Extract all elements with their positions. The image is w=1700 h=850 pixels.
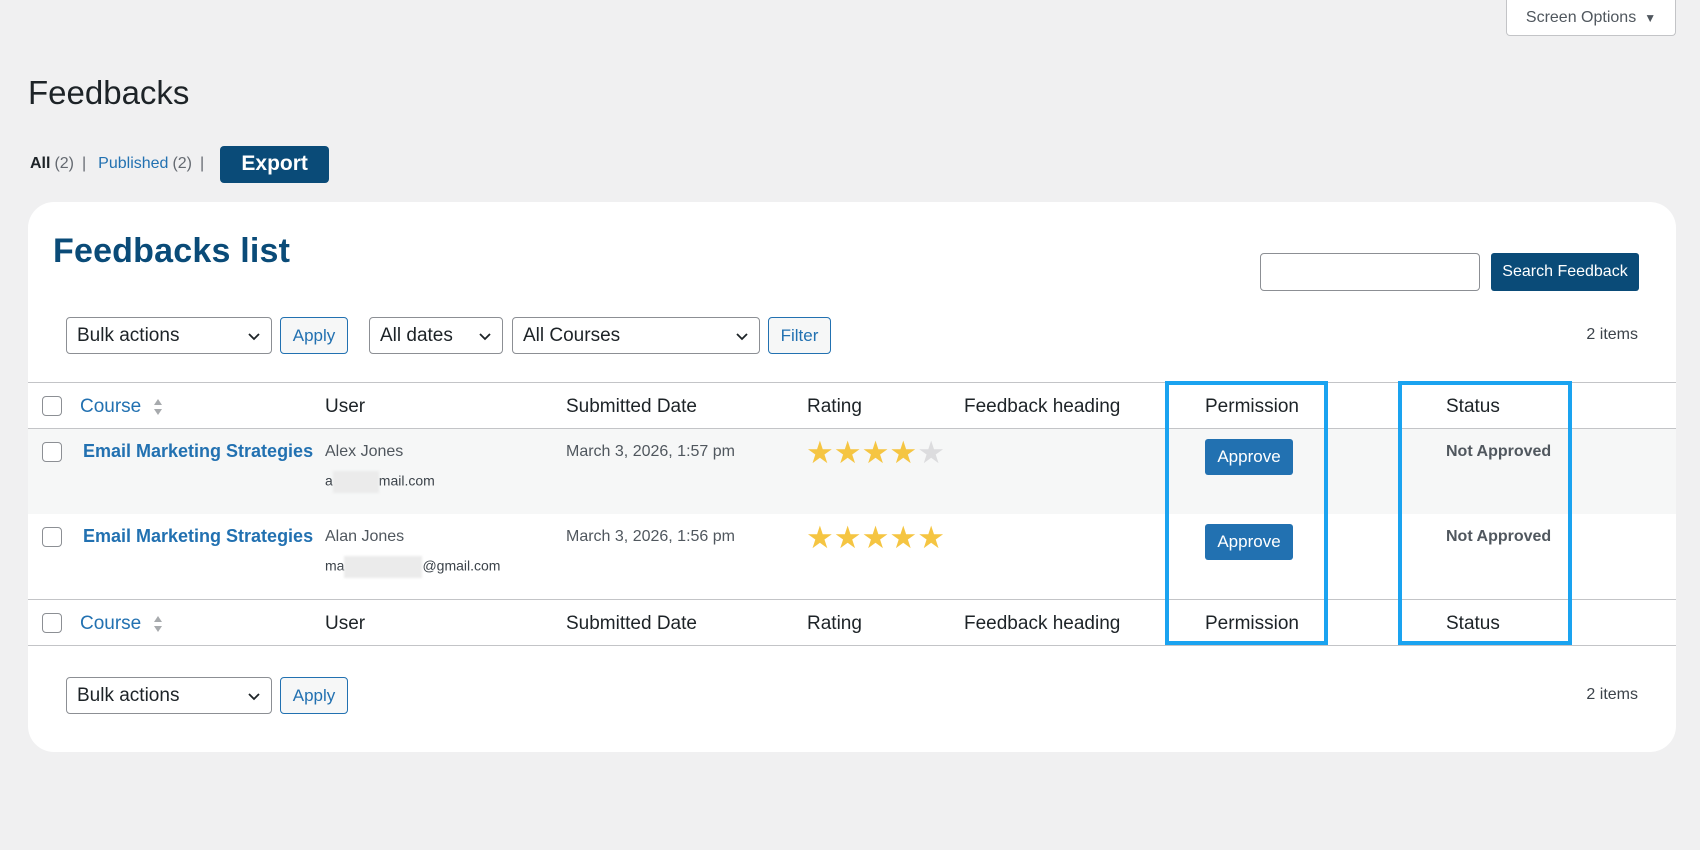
select-all-checkbox[interactable] xyxy=(42,613,62,633)
submitted-date: March 3, 2026, 1:56 pm xyxy=(566,528,735,545)
view-all-link[interactable]: All xyxy=(30,155,50,173)
sort-icon xyxy=(153,398,162,415)
bulk-actions-select[interactable]: Bulk actions xyxy=(66,317,272,354)
column-status: Status xyxy=(1446,396,1500,417)
approve-button[interactable]: Approve xyxy=(1205,524,1293,560)
star-filled-icon: ★ xyxy=(833,520,862,555)
column-permission: Permission xyxy=(1205,613,1299,634)
column-course-label: Course xyxy=(80,396,142,417)
star-filled-icon: ★ xyxy=(889,435,918,470)
apply-button[interactable]: Apply xyxy=(280,317,348,354)
card-title: Feedbacks list xyxy=(53,232,291,270)
submitted-date: March 3, 2026, 1:57 pm xyxy=(566,443,735,460)
select-all-checkbox[interactable] xyxy=(42,396,62,416)
star-filled-icon: ★ xyxy=(806,520,834,555)
course-link[interactable]: Email Marketing Strategies xyxy=(83,441,313,462)
column-permission: Permission xyxy=(1205,396,1299,417)
courses-value: All Courses xyxy=(523,324,621,346)
user-email: a mail.com xyxy=(325,471,435,493)
email-suffix: mail.com xyxy=(378,472,435,489)
table-row: Email Marketing Strategies Alex Jones a m… xyxy=(28,429,1676,514)
star-filled-icon: ★ xyxy=(861,435,890,470)
column-course[interactable]: Course xyxy=(80,396,163,418)
dates-value: All dates xyxy=(380,324,453,346)
page-title: Feedbacks xyxy=(28,74,190,111)
email-suffix: @gmail.com xyxy=(422,557,501,574)
bulk-actions-value: Bulk actions xyxy=(77,684,180,706)
column-submitted-date: Submitted Date xyxy=(566,613,697,634)
star-filled-icon: ★ xyxy=(917,520,945,555)
user-name: Alan Jones xyxy=(325,528,405,545)
user-email: ma @gmail.com xyxy=(325,556,500,578)
items-count-bottom: 2 items xyxy=(1586,686,1638,703)
star-empty-icon: ★ xyxy=(917,435,945,470)
column-feedback-heading: Feedback heading xyxy=(964,613,1121,634)
chevron-down-icon xyxy=(248,692,260,700)
chevron-down-icon xyxy=(736,332,748,340)
row-checkbox[interactable] xyxy=(42,442,62,462)
column-rating: Rating xyxy=(807,613,862,634)
items-count: 2 items xyxy=(1586,326,1638,343)
star-filled-icon: ★ xyxy=(861,520,890,555)
bulk-actions-value: Bulk actions xyxy=(77,324,180,346)
chevron-down-icon xyxy=(248,332,260,340)
view-published-link[interactable]: Published xyxy=(98,155,168,173)
table-row: Email Marketing Strategies Alan Jones ma… xyxy=(28,514,1676,599)
dates-select[interactable]: All dates xyxy=(369,317,503,354)
row-checkbox[interactable] xyxy=(42,527,62,547)
table-header-row: Course User Submitted Date Rating Feedba… xyxy=(28,383,1676,429)
search-input[interactable] xyxy=(1260,253,1480,291)
column-status: Status xyxy=(1446,613,1500,634)
approve-button[interactable]: Approve xyxy=(1205,439,1293,475)
caret-down-icon: ▼ xyxy=(1644,10,1657,25)
redacted-email xyxy=(344,556,423,578)
column-submitted-date: Submitted Date xyxy=(566,396,697,417)
column-rating: Rating xyxy=(807,396,862,417)
view-filters: All (2) | Published (2) | Export xyxy=(30,145,330,183)
star-filled-icon: ★ xyxy=(833,435,862,470)
column-user: User xyxy=(325,396,366,417)
table-footer-row: Course User Submitted Date Rating Feedba… xyxy=(28,599,1676,645)
screen-options-label: Screen Options xyxy=(1525,8,1637,26)
column-user: User xyxy=(325,613,366,634)
column-course-label: Course xyxy=(80,613,142,634)
view-all-count: (2) xyxy=(54,155,75,172)
star-rating: ★★★★★ xyxy=(806,437,945,468)
redacted-email xyxy=(332,471,379,493)
status-text: Not Approved xyxy=(1446,443,1552,460)
star-filled-icon: ★ xyxy=(889,520,918,555)
column-course[interactable]: Course xyxy=(80,613,163,635)
view-separator: | xyxy=(200,155,205,172)
screen-options-toggle[interactable]: Screen Options ▼ xyxy=(1506,0,1676,36)
user-name: Alex Jones xyxy=(325,443,404,460)
chevron-down-icon xyxy=(479,332,491,340)
column-feedback-heading: Feedback heading xyxy=(964,396,1121,417)
course-link[interactable]: Email Marketing Strategies xyxy=(83,526,313,547)
email-prefix: ma xyxy=(325,557,345,574)
view-published-count: (2) xyxy=(172,155,193,172)
export-button[interactable]: Export xyxy=(220,145,330,183)
courses-select[interactable]: All Courses xyxy=(512,317,760,354)
feedbacks-card: Feedbacks list Search Feedback Bulk acti… xyxy=(28,202,1676,752)
bulk-actions-select-bottom[interactable]: Bulk actions xyxy=(66,677,272,714)
filter-button[interactable]: Filter xyxy=(768,317,831,354)
sort-icon xyxy=(153,615,162,632)
view-separator: | xyxy=(82,155,87,172)
star-rating: ★★★★★ xyxy=(806,522,945,553)
apply-button-bottom[interactable]: Apply xyxy=(280,677,348,714)
star-filled-icon: ★ xyxy=(806,435,834,470)
search-feedback-button[interactable]: Search Feedback xyxy=(1491,253,1639,291)
status-text: Not Approved xyxy=(1446,528,1552,545)
email-prefix: a xyxy=(325,472,333,489)
feedbacks-table: Course User Submitted Date Rating Feedba… xyxy=(28,382,1676,646)
